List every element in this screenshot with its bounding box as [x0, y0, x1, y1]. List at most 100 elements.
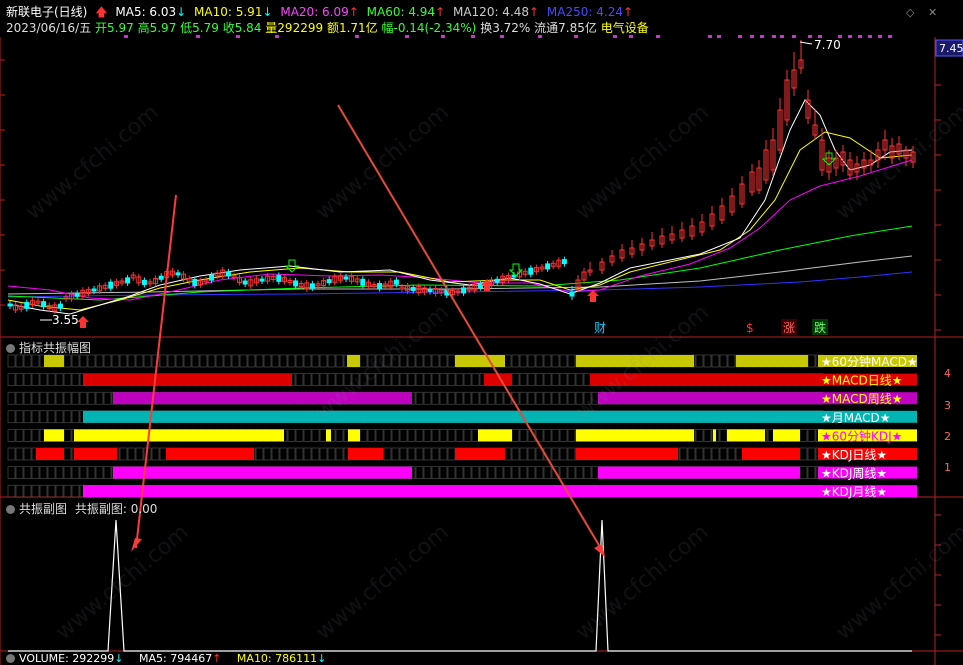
grid-cell — [431, 429, 440, 442]
grid-cell — [551, 429, 560, 442]
candle-body — [41, 301, 47, 308]
resonance-panel-header[interactable]: 指标共振幅图 — [6, 339, 91, 356]
grid-cell — [439, 391, 448, 405]
grid-cell — [63, 447, 72, 461]
sub-panel-header[interactable]: 共振副图 共振副图: 0.00 — [6, 500, 157, 517]
grid-cell — [55, 410, 64, 424]
resonance-segment — [83, 373, 292, 386]
signal-dot — [878, 35, 882, 38]
grid-cell — [295, 354, 304, 368]
signal-dot — [441, 35, 445, 38]
resonance-segment — [598, 466, 800, 479]
grid-cell — [527, 391, 536, 405]
grid-cell — [23, 429, 32, 442]
grid-cell — [359, 429, 368, 442]
grid-cell — [63, 410, 72, 424]
grid-cell — [103, 354, 112, 368]
grid-cell — [719, 447, 728, 461]
grid-cell — [511, 354, 520, 368]
grid-cell — [519, 447, 528, 461]
grid-cell — [511, 466, 520, 479]
signal-dot — [808, 35, 812, 38]
grid-cell — [271, 447, 280, 461]
grid-cell — [343, 373, 352, 386]
grid-cell — [327, 447, 336, 461]
resonance-segment — [727, 429, 765, 442]
candle-body — [259, 278, 265, 282]
grid-cell — [591, 466, 600, 479]
candle-body — [569, 291, 575, 297]
grid-cell — [151, 447, 160, 461]
grid-cell — [375, 373, 384, 386]
signal-dot — [613, 35, 617, 38]
resonance-row-label: ★MACD日线★ — [821, 374, 903, 388]
grid-cell — [727, 354, 736, 368]
buy-arrow-icon — [77, 316, 89, 328]
grid-cell — [575, 391, 584, 405]
grid-cell — [271, 354, 280, 368]
grid-cell — [415, 429, 424, 442]
grid-cell — [559, 354, 568, 368]
sell-arrow-icon — [508, 263, 524, 277]
resonance-row-label: ★月MACD★ — [821, 411, 891, 425]
grid-cell — [399, 354, 408, 368]
grid-cell — [455, 466, 464, 479]
grid-cell — [719, 354, 728, 368]
volume-panel-header[interactable]: VOLUME: 292299↓ MA5: 794467↑ MA10: 78611… — [6, 652, 338, 665]
grid-cell — [367, 354, 376, 368]
grid-cell — [503, 354, 512, 368]
resonance-segment — [44, 429, 64, 442]
grid-cell — [799, 447, 808, 461]
grid-cell — [543, 429, 552, 442]
grid-cell — [471, 429, 480, 442]
grid-cell — [807, 447, 816, 461]
grid-cell — [311, 447, 320, 461]
grid-cell — [23, 447, 32, 461]
grid-cell — [295, 373, 304, 386]
grid-cell — [407, 354, 416, 368]
candle-body — [175, 272, 181, 276]
grid-cell — [519, 391, 528, 405]
grid-cell — [455, 391, 464, 405]
grid-cell — [439, 466, 448, 479]
grid-cell — [543, 354, 552, 368]
resonance-axis: 4 3 2 1 — [944, 367, 951, 474]
grid-cell — [567, 354, 576, 368]
grid-cell — [391, 429, 400, 442]
grid-cell — [15, 429, 24, 442]
grid-cell — [415, 466, 424, 479]
grid-cell — [567, 429, 576, 442]
grid-cell — [679, 447, 688, 461]
grid-cell — [471, 373, 480, 386]
sub-panel-value: 共振副图: 0.00 — [74, 502, 158, 516]
high-price-label: 7.70 — [814, 38, 841, 52]
grid-cell — [327, 373, 336, 386]
resonance-segment — [773, 429, 800, 442]
grid-cell — [223, 354, 232, 368]
grid-cell — [71, 410, 80, 424]
signal-dot — [858, 35, 862, 38]
candle-body — [57, 303, 63, 309]
grid-cell — [591, 391, 600, 405]
grid-cell — [15, 391, 24, 405]
grid-cell — [447, 466, 456, 479]
grid-cell — [799, 466, 808, 479]
grid-cell — [135, 354, 144, 368]
down-arrow-icon: ↓ — [114, 652, 124, 665]
grid-cell — [439, 429, 448, 442]
grid-cell — [463, 391, 472, 405]
grid-cell — [143, 354, 152, 368]
candle-body — [410, 287, 416, 291]
grid-cell — [415, 373, 424, 386]
signal-dot — [471, 35, 475, 38]
candlesticks — [7, 40, 916, 314]
grid-cell — [303, 373, 312, 386]
grid-cell — [431, 466, 440, 479]
resonance-segment — [83, 410, 818, 423]
resonance-segment — [455, 448, 505, 460]
grid-cell — [423, 354, 432, 368]
chart-canvas[interactable]: 7.70 3.55 7.45 财 $ 涨 跌 ★60分钟MACD★ ★MACD日线… — [0, 0, 963, 665]
grid-cell — [167, 354, 176, 368]
grid-cell — [511, 373, 520, 386]
grid-cell — [303, 447, 312, 461]
